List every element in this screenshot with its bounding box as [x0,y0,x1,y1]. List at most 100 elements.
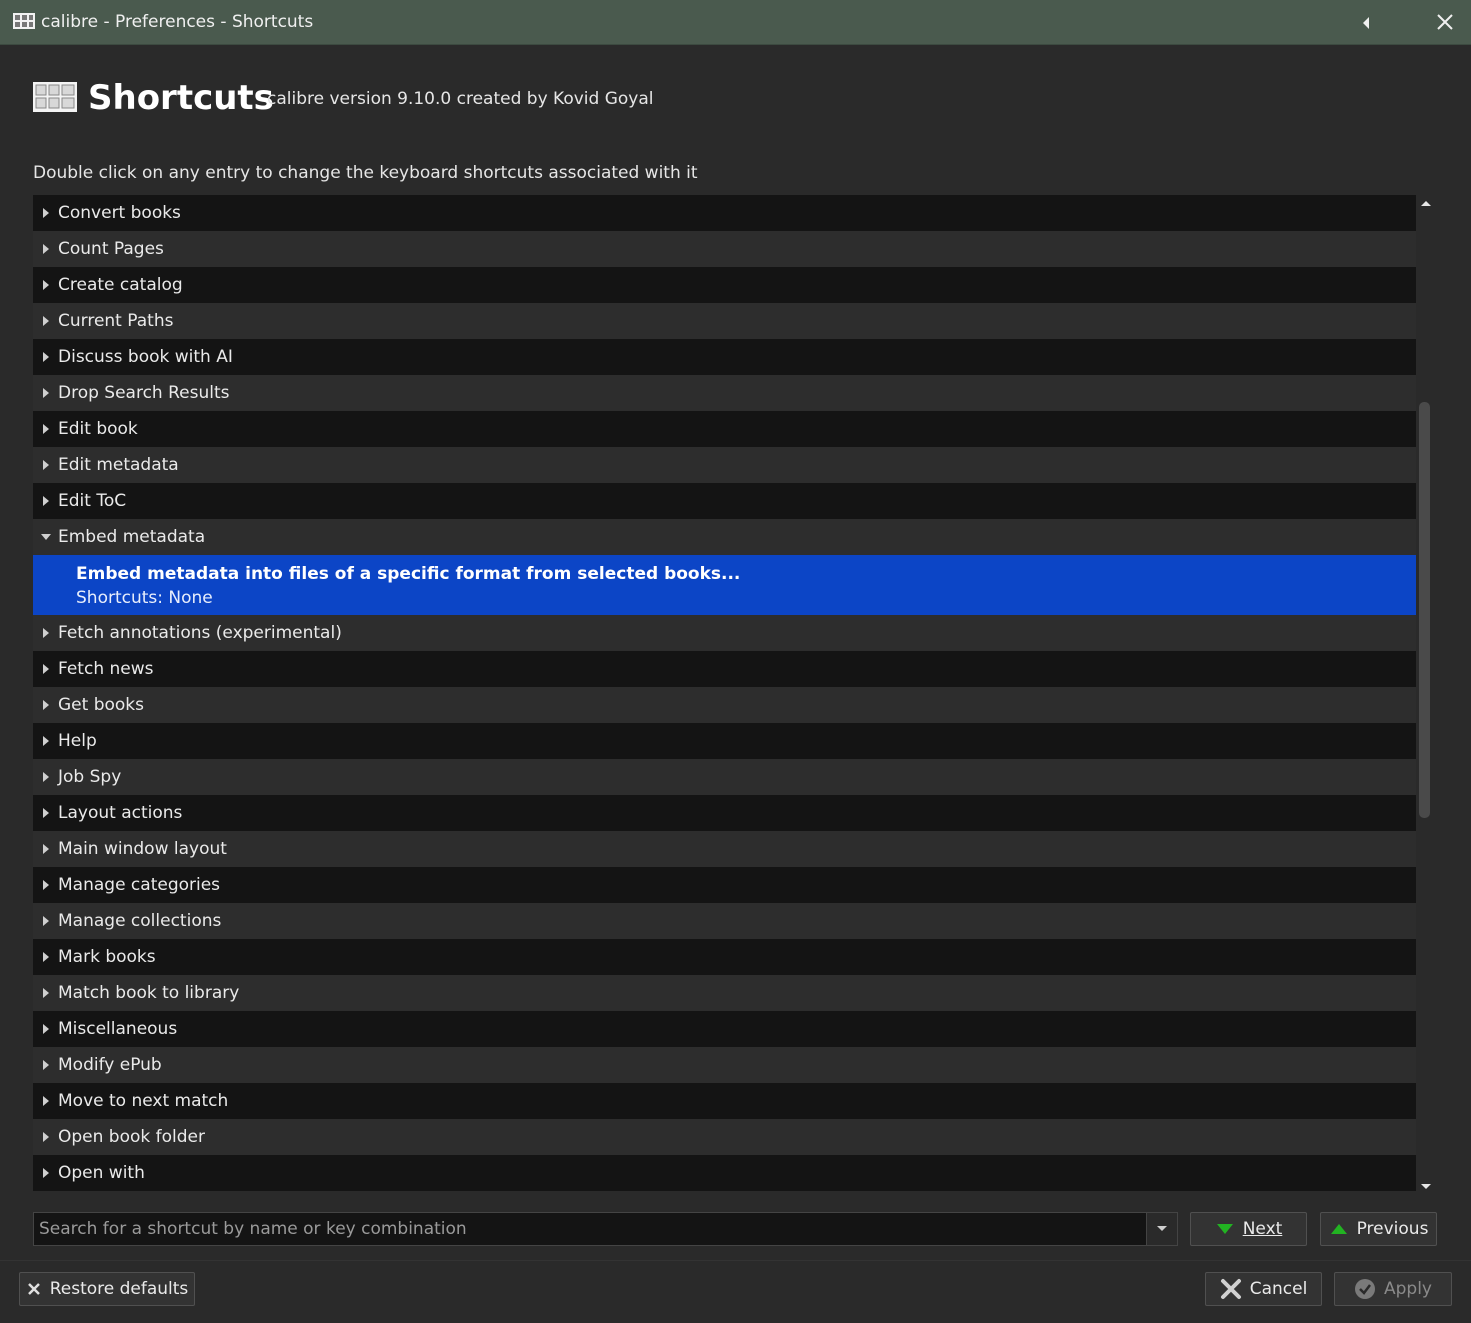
tree-group[interactable]: Layout actions [33,795,1416,831]
triangle-right-icon[interactable] [33,1095,58,1107]
green-arrow-up-icon [1330,1224,1347,1234]
tree-group-label: Move to next match [58,1091,229,1111]
tree-group[interactable]: Edit book [33,411,1416,447]
scroll-up-icon[interactable] [1420,199,1432,207]
triangle-right-icon[interactable] [33,843,58,855]
tree-group[interactable]: Fetch annotations (experimental) [33,615,1416,651]
previous-button-label: Previous [1356,1219,1429,1239]
tree-group[interactable]: Discuss book with AI [33,339,1416,375]
previous-button[interactable]: Previous [1320,1212,1437,1246]
close-icon[interactable] [1430,8,1460,36]
triangle-right-icon[interactable] [33,207,58,219]
triangle-right-icon[interactable] [33,807,58,819]
cancel-button-label: Cancel [1249,1279,1308,1299]
apply-button[interactable]: Apply [1334,1272,1452,1306]
tree-group-label: Get books [58,695,144,715]
tree-group[interactable]: Move to next match [33,1083,1416,1119]
shortcut-keys: Shortcuts: None [76,588,213,608]
page-title: Shortcuts [88,78,274,118]
tree-group[interactable]: Job Spy [33,759,1416,795]
triangle-right-icon[interactable] [33,1023,58,1035]
triangle-right-icon[interactable] [33,1167,58,1179]
tree-group-label: Fetch annotations (experimental) [58,623,342,643]
tree-group-label: Create catalog [58,275,183,295]
tree-group[interactable]: Manage categories [33,867,1416,903]
scroll-down-icon[interactable] [1420,1183,1432,1191]
caret-left-icon[interactable] [1352,8,1382,36]
tree-group-label: Main window layout [58,839,227,859]
next-button[interactable]: Next [1190,1212,1307,1246]
triangle-right-icon[interactable] [33,879,58,891]
instructions-text: Double click on any entry to change the … [33,163,698,183]
tree-group[interactable]: Open book folder [33,1119,1416,1155]
tree-group-label: Edit metadata [58,455,179,475]
title-bar: calibre - Preferences - Shortcuts [0,0,1471,45]
search-history-dropdown[interactable] [1146,1213,1177,1245]
triangle-right-icon[interactable] [33,915,58,927]
triangle-right-icon[interactable] [33,495,58,507]
tree-group-label: Mark books [58,947,156,967]
tree-group[interactable]: Convert books [33,195,1416,231]
tree-group-label: Match book to library [58,983,240,1003]
triangle-right-icon[interactable] [33,987,58,999]
cancel-button[interactable]: Cancel [1205,1272,1322,1306]
tree-group[interactable]: Manage collections [33,903,1416,939]
next-button-label: Next [1242,1219,1283,1239]
tree-group-label: Edit book [58,419,138,439]
triangle-right-icon[interactable] [33,459,58,471]
version-info: calibre version 9.10.0 created by Kovid … [267,89,654,109]
triangle-right-icon[interactable] [33,1131,58,1143]
triangle-right-icon[interactable] [33,315,58,327]
tree-group-label: Convert books [58,203,181,223]
shortcuts-tree[interactable]: Convert books Count Pages Create catalog Cu… [33,195,1416,1191]
triangle-right-icon[interactable] [33,387,58,399]
tree-group[interactable]: Main window layout [33,831,1416,867]
tree-group[interactable]: Create catalog [33,267,1416,303]
tree-group-label: Fetch news [58,659,154,679]
tree-group[interactable]: Count Pages [33,231,1416,267]
tree-group-label: Manage collections [58,911,222,931]
triangle-right-icon[interactable] [33,951,58,963]
checkmark-icon [1355,1279,1375,1299]
triangle-right-icon[interactable] [33,771,58,783]
x-icon [1220,1279,1241,1299]
tree-group-label: Embed metadata [58,527,206,547]
apply-button-label: Apply [1384,1279,1432,1299]
triangle-down-icon[interactable] [33,532,58,542]
triangle-right-icon[interactable] [33,351,58,363]
triangle-right-icon[interactable] [33,735,58,747]
triangle-right-icon[interactable] [33,1059,58,1071]
search-combo[interactable] [33,1212,1178,1246]
tree-group-label: Help [58,731,97,751]
tree-group[interactable]: Fetch news [33,651,1416,687]
keyboard-icon [33,82,77,112]
footer-separator [0,1260,1471,1261]
tree-group[interactable]: Modify ePub [33,1047,1416,1083]
restore-defaults-button[interactable]: Restore defaults [19,1272,195,1306]
tree-group[interactable]: Mark books [33,939,1416,975]
tree-group-label: Modify ePub [58,1055,162,1075]
triangle-right-icon[interactable] [33,699,58,711]
triangle-right-icon[interactable] [33,243,58,255]
tree-group[interactable]: Drop Search Results [33,375,1416,411]
search-input[interactable] [34,1213,1156,1245]
tree-scrollbar[interactable] [1416,195,1436,1195]
tree-group[interactable]: Current Paths [33,303,1416,339]
triangle-right-icon[interactable] [33,423,58,435]
chevron-down-icon [1157,1226,1167,1231]
scrollbar-thumb[interactable] [1419,402,1430,818]
tree-group-expanded[interactable]: Embed metadata [33,519,1416,555]
tree-item-selected[interactable]: Embed metadata into files of a specific … [33,555,1416,615]
tree-group[interactable]: Match book to library [33,975,1416,1011]
tree-group-label: Current Paths [58,311,174,331]
tree-group-label: Drop Search Results [58,383,230,403]
tree-group[interactable]: Open with [33,1155,1416,1191]
triangle-right-icon[interactable] [33,279,58,291]
triangle-right-icon[interactable] [33,627,58,639]
triangle-right-icon[interactable] [33,663,58,675]
tree-group[interactable]: Edit ToC [33,483,1416,519]
tree-group[interactable]: Help [33,723,1416,759]
tree-group[interactable]: Edit metadata [33,447,1416,483]
tree-group[interactable]: Get books [33,687,1416,723]
tree-group[interactable]: Miscellaneous [33,1011,1416,1047]
